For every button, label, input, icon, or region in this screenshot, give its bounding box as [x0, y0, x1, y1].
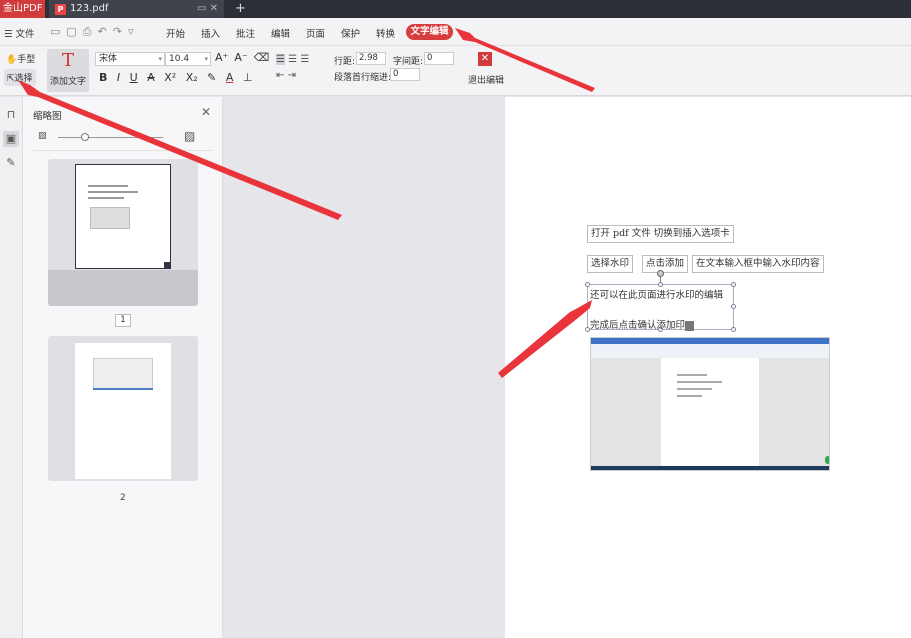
- thumbnail-page-2-preview: [75, 343, 171, 479]
- tab-text-edit[interactable]: 文字编辑: [406, 24, 453, 40]
- line-spacing-input[interactable]: 2.98: [356, 52, 386, 65]
- text-block-watermark[interactable]: 选择水印: [587, 255, 634, 273]
- first-line-indent-label: 段落首行缩进:: [334, 73, 392, 83]
- char-spacing-label: 字间距:: [393, 57, 424, 67]
- indent-decrease-icon[interactable]: ⇤: [276, 70, 284, 81]
- tab-convert[interactable]: 转换: [376, 26, 395, 40]
- divider: [33, 150, 213, 151]
- pdf-file-icon: P: [55, 3, 66, 15]
- bookmark-icon[interactable]: ⊓: [3, 107, 19, 123]
- app-tab[interactable]: 金山PDF: [0, 0, 45, 18]
- tab-window-controls[interactable]: ▭ ✕: [197, 0, 218, 18]
- alignment-group: ☰ ☰ ☰ ⇤ ⇥: [276, 52, 309, 84]
- tab-annotate[interactable]: 批注: [236, 26, 255, 40]
- font-size-adjust-group: A⁺ A⁻ ⌫: [215, 51, 275, 64]
- text-format-group: B I U A X² X₂ ✎ A ⊥: [99, 71, 258, 84]
- align-left-icon[interactable]: ☰: [276, 54, 285, 65]
- thumbnail-page-1[interactable]: [48, 159, 198, 306]
- font-color-icon[interactable]: A: [226, 71, 234, 84]
- italic-button[interactable]: I: [117, 71, 120, 84]
- large-image-icon: ▨: [184, 129, 196, 143]
- indent-increase-icon[interactable]: ⇥: [288, 70, 296, 81]
- rotate-handle[interactable]: [657, 270, 664, 277]
- text-cursor: [685, 320, 695, 331]
- edit-text-line-1[interactable]: 还可以在此页面进行水印的编辑: [590, 287, 723, 301]
- decrease-font-icon[interactable]: A⁻: [234, 51, 247, 64]
- thumbnail-page-2[interactable]: [48, 336, 198, 481]
- zoom-knob[interactable]: [81, 133, 89, 141]
- align-center-icon[interactable]: ☰: [288, 54, 297, 65]
- page-label-2: 2: [120, 493, 126, 503]
- bold-button[interactable]: B: [99, 71, 107, 84]
- cursor-icon: ⇱: [7, 74, 15, 84]
- new-tab-button[interactable]: +: [235, 0, 246, 18]
- page-label-1: 1: [115, 314, 131, 327]
- font-family-select[interactable]: 宋体 ▾: [95, 52, 165, 66]
- exit-edit-button[interactable]: 退出编辑: [468, 73, 504, 86]
- tab-edit[interactable]: 编辑: [271, 26, 290, 40]
- thumbnail-panel: 缩略图 ✕ ▨ ▨ 1 2: [23, 97, 223, 638]
- document-tab-title: 123.pdf: [70, 3, 109, 14]
- hand-icon: ✋: [6, 55, 18, 65]
- document-page[interactable]: 打开 pdf 文件 切换到插入选项卡 选择水印 点击添加 在文本输入框中输入水印…: [505, 97, 911, 638]
- line-spacing-label: 行距:: [334, 57, 356, 67]
- edit-text-line-2[interactable]: 完成后点击确认添加印: [590, 317, 695, 331]
- tab-page[interactable]: 页面: [306, 26, 325, 40]
- quick-access-icons[interactable]: ▭▢⎙↶↷▿: [50, 25, 140, 39]
- char-spacing-input[interactable]: 0: [424, 52, 454, 65]
- hand-tool-button[interactable]: ✋手型: [6, 52, 35, 65]
- panel-title: 缩略图: [33, 111, 62, 122]
- ribbon-toolbar: ✋手型 ⇱选择 T 添加文字 宋体 ▾ 10.4 ▾ A⁺ A⁻ ⌫ B I U A X…: [0, 46, 911, 96]
- close-icon[interactable]: ✕: [201, 105, 211, 119]
- document-workspace[interactable]: 打开 pdf 文件 切换到插入选项卡 选择水印 点击添加 在文本输入框中输入水印…: [224, 97, 911, 638]
- select-tool-button[interactable]: ⇱选择: [4, 69, 36, 86]
- zoom-track[interactable]: [58, 137, 163, 138]
- strikethrough-button[interactable]: A: [147, 71, 155, 84]
- resize-handle-mr[interactable]: [731, 304, 736, 309]
- resize-handle-br[interactable]: [731, 327, 736, 332]
- tab-start[interactable]: 开始: [166, 26, 185, 40]
- text-block-input-content[interactable]: 在文本输入框中输入水印内容: [692, 255, 824, 273]
- subscript-button[interactable]: X₂: [186, 71, 198, 84]
- increase-font-icon[interactable]: A⁺: [215, 51, 228, 64]
- text-block-line-1[interactable]: 打开 pdf 文件 切换到插入选项卡: [587, 225, 734, 243]
- underline-button[interactable]: U: [130, 71, 138, 84]
- title-bar: 金山PDF P 123.pdf ▭ ✕ +: [0, 0, 911, 18]
- thumbnail-icon[interactable]: ▣: [3, 131, 19, 147]
- add-text-button[interactable]: T 添加文字: [47, 49, 89, 92]
- document-tab[interactable]: P 123.pdf ▭ ✕: [49, 0, 224, 18]
- small-image-icon: ▨: [38, 131, 47, 141]
- char-border-icon[interactable]: ⊥: [243, 71, 253, 84]
- file-menu[interactable]: ☰ 文件: [4, 26, 35, 40]
- text-block-click-add[interactable]: 点击添加: [642, 255, 689, 273]
- first-line-indent-input[interactable]: 0: [390, 68, 420, 81]
- exit-edit-icon[interactable]: ✕: [478, 52, 492, 66]
- thumbnail-page-1-overflow: [48, 270, 198, 306]
- tab-insert[interactable]: 插入: [201, 26, 220, 40]
- menu-bar: ☰ 文件 ▭▢⎙↶↷▿ 开始 插入 批注 编辑 页面 保护 转换 文字编辑: [0, 18, 911, 46]
- font-size-select[interactable]: 10.4 ▾: [165, 52, 211, 66]
- tab-protect[interactable]: 保护: [341, 26, 360, 40]
- superscript-button[interactable]: X²: [164, 71, 176, 84]
- align-right-icon[interactable]: ☰: [300, 54, 309, 65]
- resize-handle-ml[interactable]: [585, 304, 590, 309]
- thumbnail-page-1-preview: [75, 164, 171, 269]
- left-rail: ⊓ ▣ ✎: [0, 97, 23, 638]
- eraser-icon[interactable]: ⌫: [254, 51, 270, 64]
- annotation-icon[interactable]: ✎: [3, 155, 19, 171]
- text-cursor-icon: T: [61, 50, 74, 71]
- highlight-icon[interactable]: ✎: [207, 71, 216, 84]
- thumbnail-zoom-slider[interactable]: ▨ ▨: [38, 129, 198, 143]
- embedded-screenshot-image[interactable]: [590, 337, 830, 471]
- resize-handle-tr[interactable]: [731, 282, 736, 287]
